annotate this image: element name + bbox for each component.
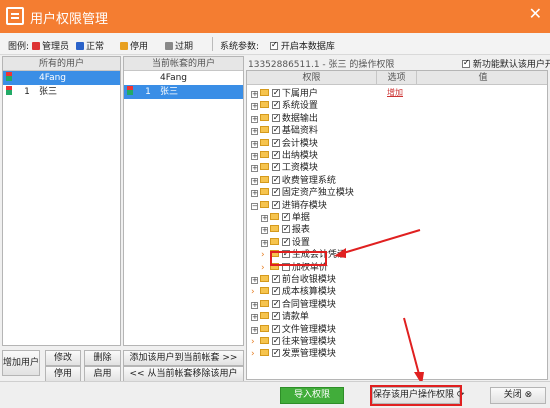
close-button[interactable]: 关闭 ⊗ (490, 387, 546, 404)
bottom-bar: 导入权限 保存该用户操作权限 ⟳ 关闭 ⊗ (0, 381, 550, 408)
save-highlight-box (370, 385, 462, 406)
annotation-arrows (334, 229, 424, 385)
import-button[interactable]: 导入权限 (280, 387, 344, 404)
user-permission-window: 用户权限管理 ✕ 图例: 管理员 正常 停用 过期 系统参数: 开启本数据库 所… (0, 0, 550, 408)
close-circle-icon: ⊗ (524, 390, 533, 400)
